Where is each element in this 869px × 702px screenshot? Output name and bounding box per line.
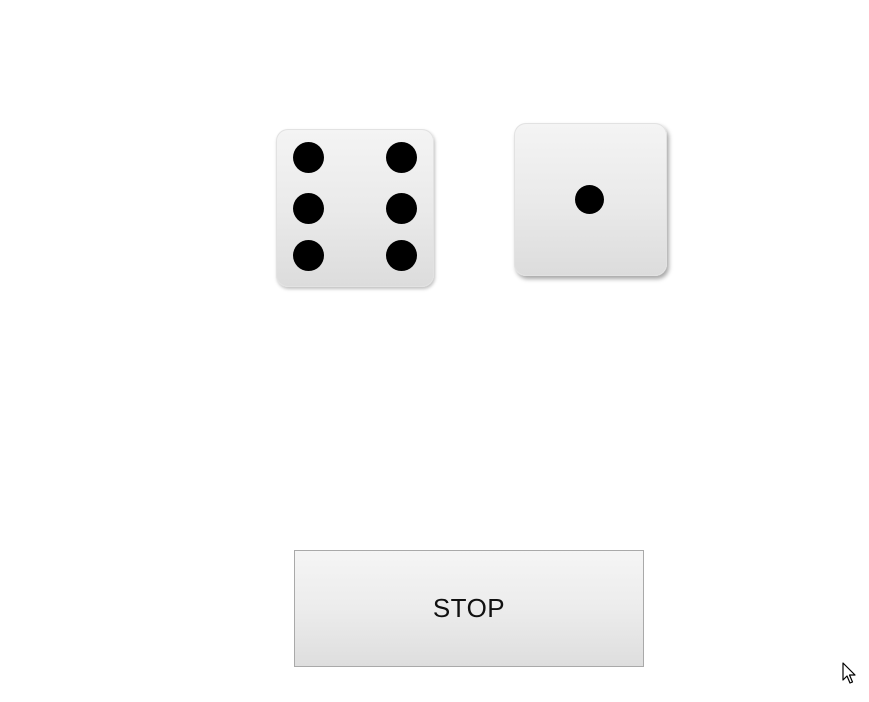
die-right-one xyxy=(514,123,667,276)
mouse-pointer-icon xyxy=(842,662,856,684)
pip xyxy=(293,142,324,173)
pip xyxy=(293,193,324,224)
stop-button[interactable]: STOP xyxy=(294,550,644,667)
pip xyxy=(386,240,417,271)
pip xyxy=(575,185,604,214)
pip xyxy=(386,193,417,224)
die-left-six xyxy=(276,129,434,287)
pip xyxy=(293,240,324,271)
pip xyxy=(386,142,417,173)
dice-roller-app: STOP xyxy=(0,0,869,702)
